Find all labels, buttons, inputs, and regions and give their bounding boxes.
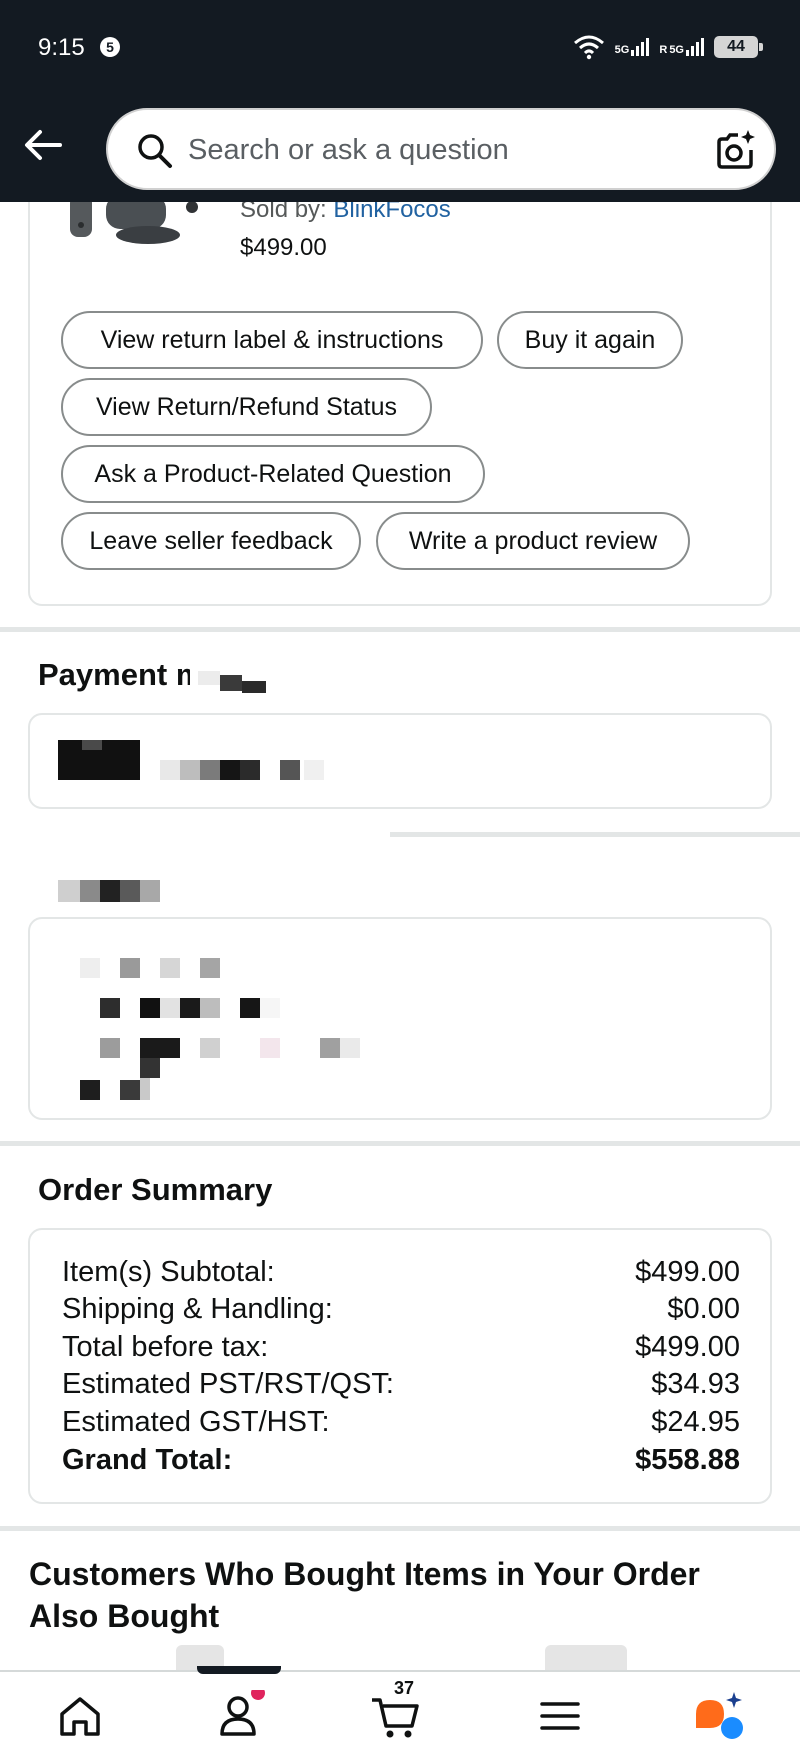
network-type-1: 5G <box>614 44 630 56</box>
roaming-indicator: R <box>659 44 668 56</box>
summary-value: $499.00 <box>635 1331 740 1363</box>
item-price: $499.00 <box>240 234 327 261</box>
search-bar[interactable]: Search or ask a question <box>106 108 776 190</box>
redacted-address-lines <box>78 958 368 1101</box>
section-divider <box>390 832 800 837</box>
summary-label: Grand Total: <box>62 1444 233 1476</box>
summary-row-total-before-tax: Total before tax: $499.00 <box>62 1331 740 1364</box>
notification-count-badge: 5 <box>100 37 120 57</box>
top-header: 9:15 5 5G R 5G 44 Search or ask a questi… <box>0 0 800 202</box>
section-divider <box>0 627 800 632</box>
summary-row-gst: Estimated GST/HST: $24.95 <box>62 1406 740 1439</box>
section-divider <box>0 1141 800 1146</box>
view-return-label-button[interactable]: View return label & instructions <box>61 311 483 369</box>
summary-row-shipping: Shipping & Handling: $0.00 <box>62 1293 740 1326</box>
search-input[interactable]: Search or ask a question <box>188 134 509 167</box>
camera-search-icon[interactable] <box>714 128 758 172</box>
summary-row-pst: Estimated PST/RST/QST: $34.93 <box>62 1368 740 1401</box>
summary-label: Item(s) Subtotal: <box>62 1256 275 1288</box>
redacted-section-title <box>58 880 160 902</box>
home-icon[interactable] <box>54 1690 106 1742</box>
buy-it-again-button[interactable]: Buy it again <box>497 311 683 369</box>
recommendations-title: Customers Who Bought Items in Your Order… <box>29 1556 700 1634</box>
wifi-icon <box>573 35 604 60</box>
product-image[interactable] <box>66 195 206 245</box>
summary-value: $24.95 <box>651 1406 740 1438</box>
back-arrow-icon[interactable] <box>20 122 66 168</box>
rufus-assistant-icon[interactable] <box>694 1690 746 1742</box>
ask-product-question-button[interactable]: Ask a Product-Related Question <box>61 445 485 503</box>
summary-row-grand-total: Grand Total: $558.88 <box>62 1444 740 1477</box>
bottom-navigation: 37 <box>0 1670 800 1759</box>
redaction-blur <box>190 655 290 705</box>
redacted-card-info <box>58 740 328 780</box>
summary-label: Estimated GST/HST: <box>62 1406 330 1438</box>
section-divider <box>0 1526 800 1531</box>
signal-icon-sim1: 5G <box>615 38 650 56</box>
summary-value: $558.88 <box>635 1444 740 1476</box>
account-icon[interactable] <box>214 1690 266 1742</box>
summary-row-subtotal: Item(s) Subtotal: $499.00 <box>62 1256 740 1289</box>
menu-icon[interactable] <box>534 1690 586 1742</box>
active-tab-indicator <box>197 1666 281 1674</box>
battery-icon: 44 <box>714 36 763 58</box>
notification-dot <box>251 1690 265 1700</box>
write-product-review-button[interactable]: Write a product review <box>376 512 690 570</box>
search-icon <box>138 134 172 168</box>
summary-label: Shipping & Handling: <box>62 1293 333 1325</box>
status-time: 9:15 <box>38 34 85 61</box>
order-summary-title: Order Summary <box>38 1172 273 1207</box>
status-icons: 5G R 5G 44 <box>573 32 763 62</box>
summary-label: Total before tax: <box>62 1331 269 1363</box>
summary-value: $0.00 <box>667 1293 740 1325</box>
summary-label: Estimated PST/RST/QST: <box>62 1368 394 1400</box>
network-type-2: 5G <box>669 44 684 56</box>
signal-icon-sim2: R 5G <box>659 38 704 56</box>
summary-value: $499.00 <box>635 1256 740 1288</box>
leave-seller-feedback-button[interactable]: Leave seller feedback <box>61 512 361 570</box>
summary-value: $34.93 <box>651 1368 740 1400</box>
cart-count: 37 <box>394 1678 415 1698</box>
view-return-refund-status-button[interactable]: View Return/Refund Status <box>61 378 432 436</box>
